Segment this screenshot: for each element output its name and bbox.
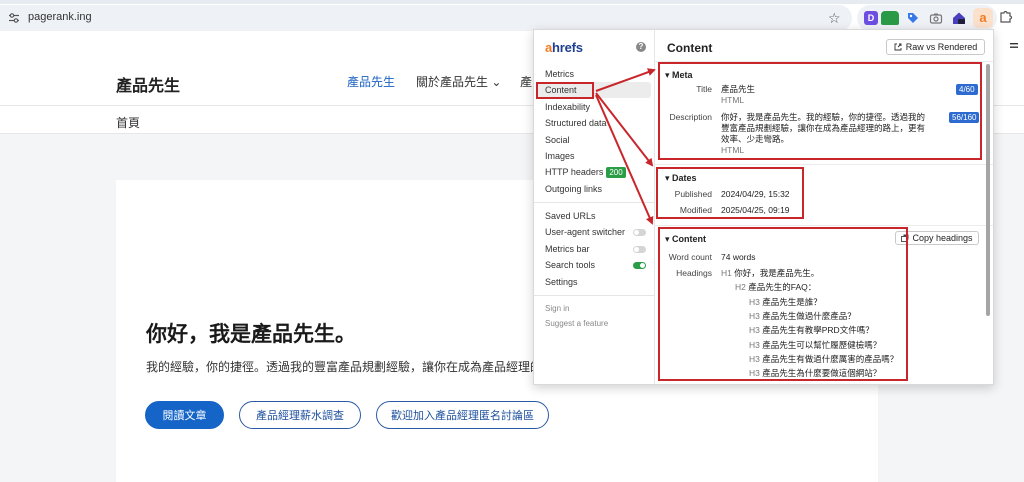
arrow-to-content [595, 94, 654, 225]
arrow-to-dates [595, 92, 654, 167]
arrow-to-meta [595, 68, 656, 92]
annotation-arrows [595, 68, 656, 225]
